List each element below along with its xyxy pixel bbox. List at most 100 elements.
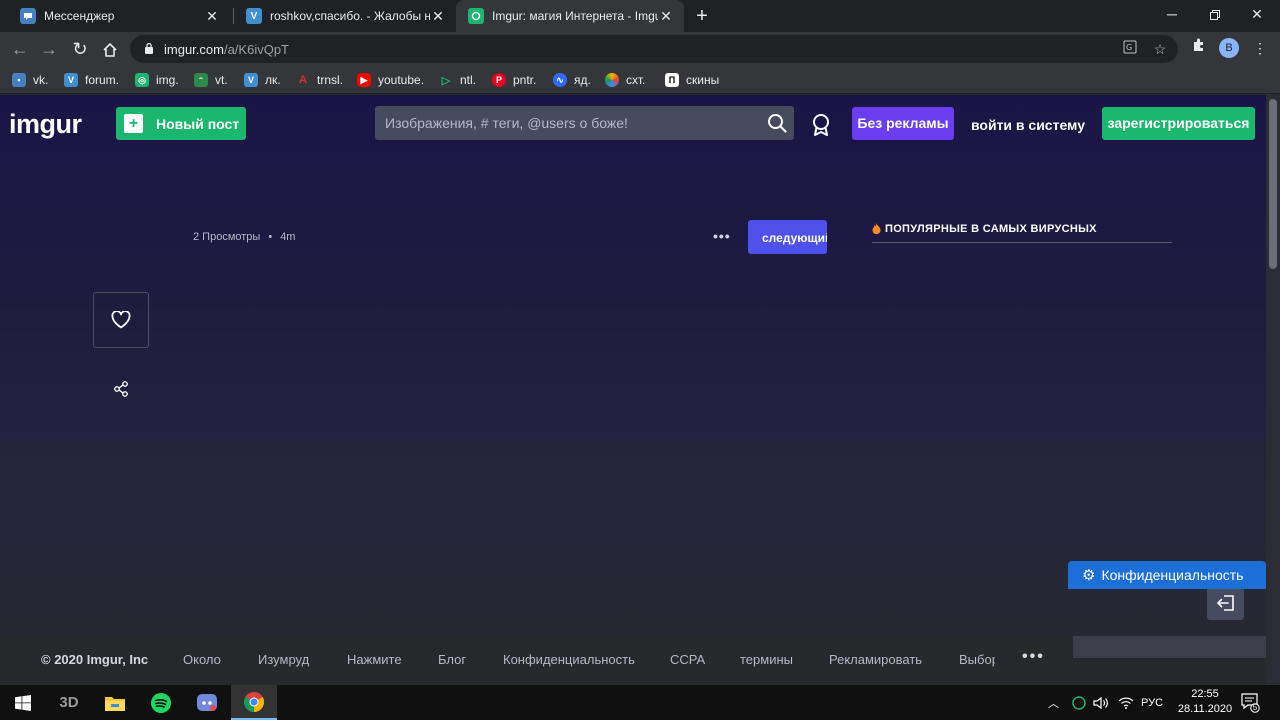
bookmark-img[interactable]: ◎ img. [135,71,179,89]
profile-avatar[interactable]: B [1219,38,1239,58]
tab-title: roshkov,спасибо. - Жалобы на п [270,9,430,23]
page-scrollbar[interactable] [1266,95,1280,685]
bookmark-yad[interactable]: ∿ яд. [553,71,591,89]
forum-icon: V [244,73,258,87]
bookmark-vt[interactable]: ᵔ vt. [194,71,228,89]
notification-center[interactable]: 5 [1240,691,1260,713]
bookmark-forum[interactable]: Vforum. [64,71,119,89]
tray-app-icon[interactable] [1072,685,1086,720]
footer-link-press[interactable]: Нажмите [347,652,402,667]
search-input[interactable] [385,115,760,131]
bookmark-lk[interactable]: Vлк. [244,71,281,89]
page-footer: © 2020 Imgur, Inc Около Изумруд Нажмите … [0,636,1280,683]
footer-link-emerald[interactable]: Изумруд [258,652,309,667]
new-tab-button[interactable]: + [690,4,714,28]
bookmark-star-icon[interactable]: ☆ [1150,40,1170,58]
footer-link-choices[interactable]: Выбор [959,652,995,667]
wifi-icon[interactable] [1118,685,1134,720]
translate-icon[interactable]: G [1120,40,1140,58]
bookmark-ntl[interactable]: ▷ ntl. [439,71,476,89]
spotify-icon [151,692,171,713]
tab-title: Imgur: магия Интернета - Imgur [492,9,658,23]
youtube-icon: ▶ [357,73,371,87]
start-button[interactable] [0,685,46,720]
footer-link-about[interactable]: Около [183,652,221,667]
taskbar-spotify[interactable] [138,685,184,720]
heart-icon [111,311,131,329]
register-button[interactable]: зарегистрироваться [1102,107,1255,140]
bookmark-pntr[interactable]: Ppntr. [492,71,536,89]
discord-icon [197,693,217,711]
tab-imgur[interactable]: Imgur: магия Интернета - Imgur ✕ [456,0,684,32]
show-hidden-icons[interactable]: ︿ [1048,685,1059,720]
footer-link-blog[interactable]: Блог [438,652,466,667]
chrome-icon [244,691,265,712]
post-options-icon[interactable]: ••• [713,228,731,244]
bookmark-trnsl[interactable]: Atrnsl. [296,71,343,89]
bookmark-label: схт. [626,73,646,87]
footer-link-advertise[interactable]: Рекламировать [829,652,922,667]
browser-toolbar: ← → ↻ imgur.com/a/K6ivQpT G ☆ [0,32,1280,66]
extensions-puzzle-icon[interactable] [1189,37,1209,57]
close-tab-icon[interactable]: ✕ [204,8,220,25]
imgur-logo[interactable]: imgur [9,109,82,140]
footer-overlay [1073,636,1266,658]
reload-icon[interactable]: ↻ [68,37,92,61]
bookmark-skins[interactable]: Пскины [665,71,719,89]
footer-link-ccpa[interactable]: CCPA [670,652,705,667]
award-ribbon-icon[interactable] [810,113,832,137]
tab-strip: Мессенджер ✕ V roshkov,спасибо. - Жалобы… [0,0,1280,32]
no-ads-button[interactable]: Без рекламы [852,107,954,140]
3d-viewer-icon: 3D [59,694,79,711]
lock-icon [144,42,154,57]
tab-messenger[interactable]: Мессенджер ✕ [8,0,230,32]
footer-link-privacy[interactable]: Конфиденциальность [503,652,635,667]
exit-icon [1216,594,1234,611]
view-count: 2 Просмотры [193,231,261,243]
taskbar-discord[interactable] [184,685,230,720]
taskbar-file-explorer[interactable] [92,685,138,720]
tab-forum[interactable]: V roshkov,спасибо. - Жалобы на п ✕ [234,0,456,32]
address-bar[interactable]: imgur.com/a/K6ivQpT G ☆ [130,35,1178,63]
next-post-button[interactable]: следующий [748,220,827,254]
minimize-icon[interactable]: ─ [1153,0,1191,28]
footer-link-terms[interactable]: термины [740,652,793,667]
url-path: /a/K6ivQpT [223,41,289,57]
vk-messenger-icon [20,8,36,24]
share-icon[interactable] [113,381,129,397]
file-explorer-icon [105,696,125,711]
new-post-button[interactable]: + Новый пост [116,107,246,140]
restore-icon[interactable] [1196,0,1234,28]
browser-menu-icon[interactable]: ⋮ [1252,38,1268,58]
close-tab-icon[interactable]: ✕ [658,8,674,25]
like-button[interactable] [93,292,149,348]
popular-title: ПОПУЛЯРНЫЕ В САМЫХ ВИРУСНЫХ [885,223,1097,235]
login-button[interactable]: войти в систему [970,107,1086,140]
back-arrow-icon[interactable]: ← [8,37,32,61]
imgur-icon [468,8,484,24]
taskbar-chrome[interactable] [231,685,277,720]
bookmark-sxt[interactable]: схт. [605,71,645,89]
bookmark-label: vk. [33,73,49,87]
system-clock[interactable]: 22:55 28.11.2020 [1168,687,1242,717]
taskbar-3d-viewer[interactable]: 3D [46,685,92,720]
privacy-settings-button[interactable]: ⚙ Конфиденциальность [1068,561,1266,589]
chevron-up-icon: ︿ [1048,697,1059,710]
volume-icon[interactable] [1093,685,1109,720]
input-language[interactable]: РУС [1141,685,1163,720]
search-icon[interactable] [760,106,794,140]
gear-icon: ⚙ [1082,567,1096,584]
footer-more-icon[interactable]: ••• [1022,648,1045,666]
bookmark-vk[interactable]: ▪ vk. [12,71,48,89]
search-bar [375,106,794,140]
close-window-icon[interactable]: ✕ [1238,0,1276,28]
windows-start-icon [15,694,31,711]
bookmark-youtube[interactable]: ▶ youtube. [357,71,424,89]
notification-count: 5 [1252,703,1258,712]
close-tab-icon[interactable]: ✕ [430,8,446,25]
exit-fullscreen-button[interactable] [1207,585,1244,620]
scrollbar-thumb[interactable] [1269,99,1277,269]
bookmark-label: ntl. [460,73,477,87]
forward-arrow-icon[interactable]: → [37,37,61,61]
home-icon[interactable] [98,37,122,61]
